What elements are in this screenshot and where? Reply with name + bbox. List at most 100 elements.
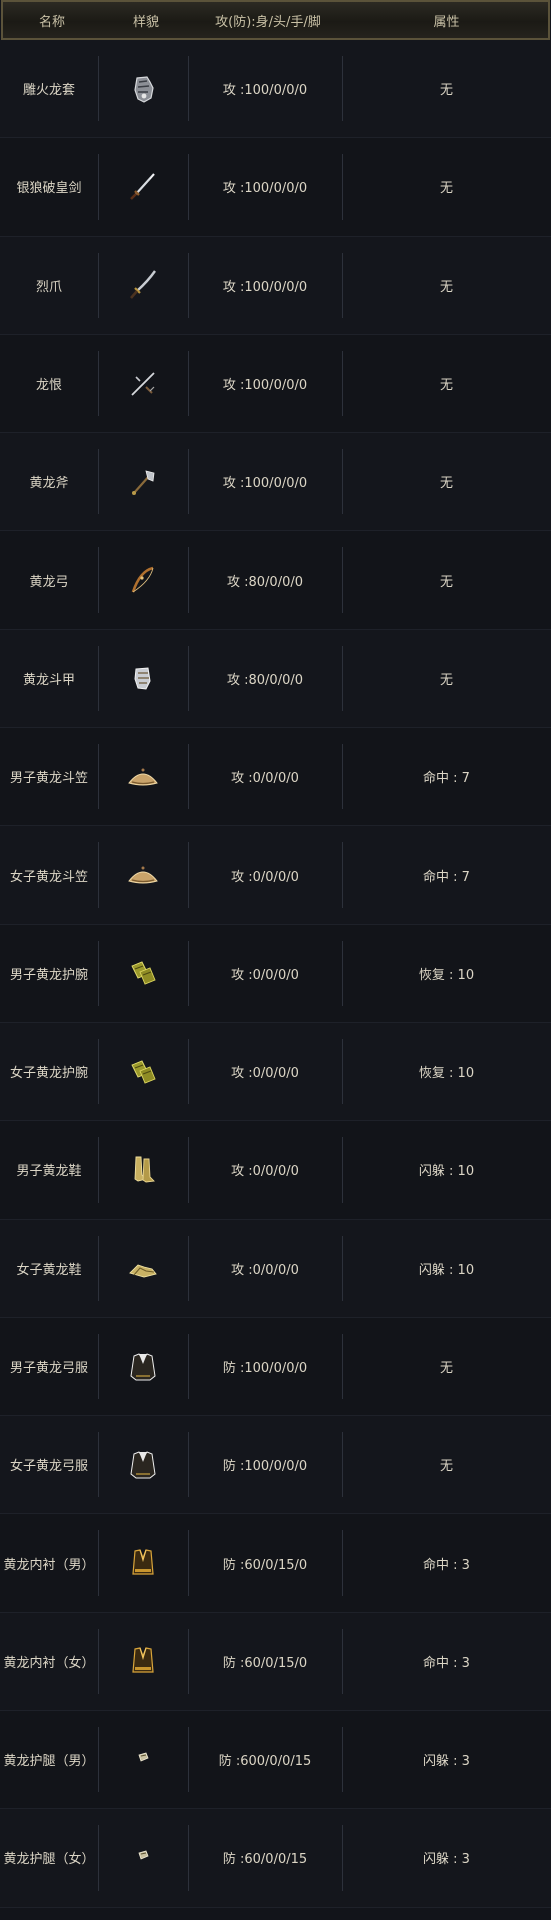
item-attribute: 无 xyxy=(439,279,453,295)
item-stats: 攻 :80/0/0/0 xyxy=(226,672,303,688)
item-stats: 攻 :0/0/0/0 xyxy=(231,869,299,885)
item-appearance xyxy=(98,826,188,923)
item-attribute: 闪躲 : 10 xyxy=(418,1262,475,1278)
column-divider xyxy=(188,1727,189,1793)
axe-icon xyxy=(125,464,161,500)
column-divider xyxy=(98,1235,99,1301)
item-appearance xyxy=(98,531,188,628)
column-divider xyxy=(98,1628,99,1695)
bow-icon xyxy=(125,562,161,598)
item-name: 男子黄龙弓服 xyxy=(9,1361,88,1376)
table-row: 女子黄龙斗笠 攻 :0/0/0/0 命中 : 7 xyxy=(0,826,551,925)
column-divider xyxy=(342,1727,343,1793)
column-divider xyxy=(98,252,99,318)
column-divider xyxy=(342,1530,343,1596)
column-divider xyxy=(342,940,343,1006)
table-row: 男子黄龙鞋 攻 :0/0/0/0 闪躲 : 10 xyxy=(0,1121,551,1220)
item-appearance xyxy=(98,1613,188,1710)
column-divider xyxy=(342,1825,343,1891)
column-divider xyxy=(188,252,189,318)
table-row: 黄龙护腿（男） 防 :600/0/0/15 闪躲 : 3 xyxy=(0,1711,551,1810)
leg-guard-icon xyxy=(125,1840,161,1876)
leg-guard-icon xyxy=(125,1742,161,1778)
item-stats: 防 :60/0/0/15 xyxy=(222,1852,308,1868)
table-row: 银狼破皇剑 攻 :100/0/0/0 无 xyxy=(0,138,551,237)
item-attribute: 无 xyxy=(439,181,453,197)
straw-hat-icon xyxy=(125,857,161,893)
column-divider xyxy=(342,449,343,515)
column-divider xyxy=(98,1038,99,1105)
straw-hat-icon xyxy=(125,759,161,795)
bracer-icon xyxy=(125,955,161,991)
table-header: 名称 样貌 攻(防):身/头/手/脚 属性 xyxy=(1,0,550,40)
item-appearance xyxy=(98,925,188,1022)
item-attribute: 闪躲 : 10 xyxy=(418,1164,475,1180)
shoes-icon xyxy=(125,1250,161,1286)
item-name: 黄龙护腿（女） xyxy=(3,1852,95,1868)
item-attribute: 闪躲 : 3 xyxy=(423,1754,470,1770)
column-divider xyxy=(342,1038,343,1105)
item-name: 女子黄龙斗笠 xyxy=(9,869,88,885)
column-divider xyxy=(188,744,189,810)
column-divider xyxy=(342,1432,343,1498)
column-divider xyxy=(188,1235,189,1301)
item-stats: 攻 :0/0/0/0 xyxy=(231,967,299,983)
inner-vest-icon xyxy=(125,1643,161,1679)
table-row: 男子黄龙斗笠 攻 :0/0/0/0 命中 : 7 xyxy=(0,728,551,827)
item-appearance xyxy=(98,728,188,825)
inner-vest-icon xyxy=(125,1545,161,1581)
column-divider xyxy=(188,1825,189,1891)
column-divider xyxy=(342,1628,343,1695)
item-attribute: 无 xyxy=(439,1361,453,1376)
column-divider xyxy=(188,1038,189,1105)
column-divider xyxy=(188,56,189,122)
header-name: 名称 xyxy=(38,14,65,30)
robe-icon xyxy=(125,1349,161,1385)
item-appearance xyxy=(98,1711,188,1808)
item-appearance xyxy=(98,40,188,137)
item-appearance xyxy=(98,335,188,432)
table-row: 雕火龙套 攻 :100/0/0/0 无 xyxy=(0,40,551,139)
item-appearance xyxy=(98,1416,188,1513)
column-divider xyxy=(188,350,189,417)
column-divider xyxy=(342,645,343,712)
item-attribute: 无 xyxy=(439,672,453,688)
item-appearance xyxy=(98,1318,188,1415)
item-attribute: 无 xyxy=(439,378,453,394)
item-name: 女子黄龙护腕 xyxy=(9,1066,88,1082)
item-attribute: 恢复 : 10 xyxy=(418,967,475,983)
item-stats: 攻 :0/0/0/0 xyxy=(231,1262,299,1278)
column-divider xyxy=(188,842,189,908)
column-divider xyxy=(98,547,99,613)
item-name: 黄龙斗甲 xyxy=(22,672,75,688)
item-name: 烈爪 xyxy=(35,279,62,295)
sword-icon xyxy=(125,169,161,205)
blade-icon xyxy=(125,267,161,303)
item-name: 女子黄龙鞋 xyxy=(16,1262,82,1278)
column-divider xyxy=(342,1333,343,1400)
column-divider xyxy=(98,1333,99,1400)
column-divider xyxy=(342,56,343,122)
table-row: 黄龙弓 攻 :80/0/0/0 无 xyxy=(0,531,551,630)
item-stats: 攻 :100/0/0/0 xyxy=(222,181,308,197)
column-divider xyxy=(98,1530,99,1596)
column-divider xyxy=(342,1137,343,1203)
item-stats: 攻 :0/0/0/0 xyxy=(231,771,299,787)
table-row: 男子黄龙弓服 防 :100/0/0/0 无 xyxy=(0,1317,551,1417)
item-attribute: 无 xyxy=(439,574,453,590)
column-divider xyxy=(98,645,99,712)
item-name: 黄龙内衬（女） xyxy=(3,1655,95,1671)
item-appearance xyxy=(98,1809,188,1906)
bracer-icon xyxy=(125,1054,161,1090)
item-attribute: 无 xyxy=(439,1459,453,1475)
column-divider xyxy=(342,547,343,613)
item-attribute: 命中 : 3 xyxy=(423,1655,470,1671)
column-divider xyxy=(188,1432,189,1498)
table-row: 烈爪 攻 :100/0/0/0 无 xyxy=(0,236,551,335)
column-divider xyxy=(342,350,343,417)
table-row: 黄龙斗甲 攻 :80/0/0/0 无 xyxy=(0,629,551,729)
table-row: 男子黄龙护腕 攻 :0/0/0/0 恢复 : 10 xyxy=(0,924,551,1023)
column-divider xyxy=(188,154,189,220)
item-stats: 攻 :80/0/0/0 xyxy=(226,574,303,590)
table-row: 龙恨 攻 :100/0/0/0 无 xyxy=(0,334,551,434)
